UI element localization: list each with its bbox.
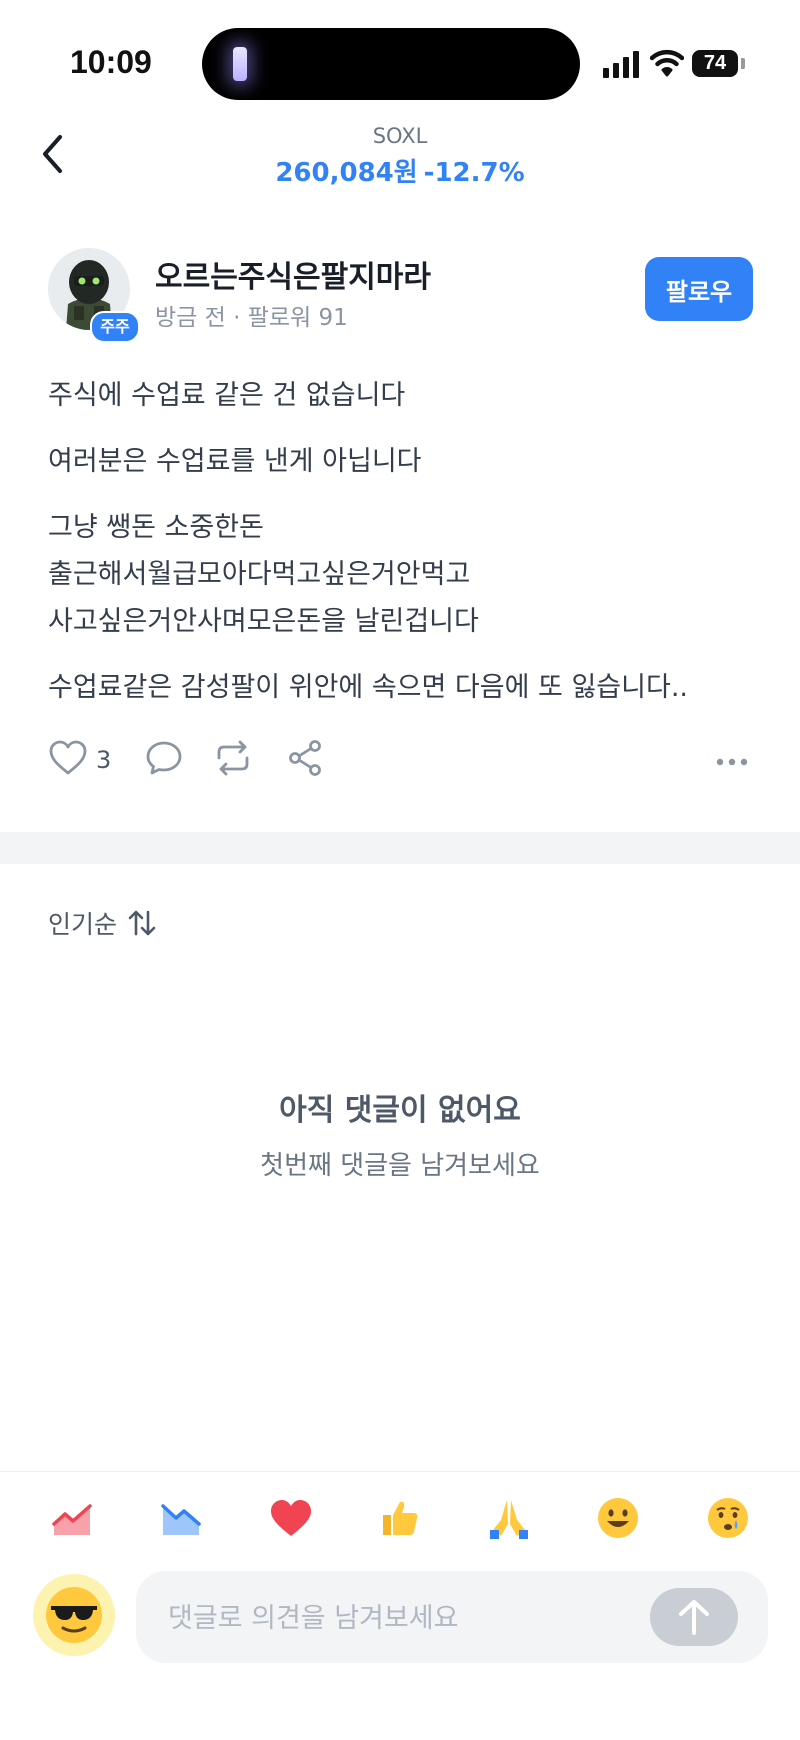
cellular-signal-icon	[603, 50, 639, 78]
wifi-icon	[650, 49, 684, 77]
sunglasses-face-icon	[46, 1587, 102, 1643]
repost-icon	[217, 740, 249, 776]
follow-button[interactable]: 팔로우	[645, 257, 753, 321]
post-paragraph: 여러분은 수업료를 낸게 아닙니다	[48, 446, 422, 477]
stock-price: 260,084원	[275, 158, 418, 188]
send-button[interactable]	[650, 1588, 738, 1646]
post-meta: 방금 전 · 팔로워 91	[155, 305, 348, 331]
speech-bubble-icon	[146, 741, 182, 775]
holder-badge: 주주	[90, 311, 140, 343]
battery-tip	[741, 58, 745, 69]
heart-icon[interactable]	[263, 1490, 319, 1546]
post-paragraph: 그냥 쌩돈 소중한돈 출근해서월급모아다먹고싶은거안먹고 사고싶은거안사며모은돈…	[48, 512, 479, 637]
chart-up-icon[interactable]	[44, 1490, 100, 1546]
stock-ticker[interactable]: SOXL	[0, 124, 800, 148]
post-actions: 3	[48, 738, 758, 786]
comment-button[interactable]	[144, 738, 184, 782]
flashlight-icon	[233, 47, 247, 81]
battery-indicator: 74	[692, 50, 738, 77]
heart-outline-icon	[49, 740, 87, 775]
author-name[interactable]: 오르는주식은팔지마라	[155, 252, 431, 296]
empty-comments-title: 아직 댓글이 없어요	[279, 1093, 521, 1128]
status-time: 10:09	[70, 44, 152, 80]
reaction-bar	[0, 1490, 800, 1546]
arrow-up-icon	[679, 1600, 709, 1635]
comment-input[interactable]	[166, 1571, 640, 1665]
like-count: 3	[96, 746, 112, 774]
stock-change: -12.7%	[423, 158, 525, 188]
thumbs-up-icon[interactable]	[372, 1490, 428, 1546]
comment-composer	[136, 1571, 768, 1665]
sort-arrows-icon	[128, 910, 156, 936]
pray-icon[interactable]	[481, 1490, 537, 1546]
post-body: 주식에 수업료 같은 건 없습니다 여러분은 수업료를 낸게 아닙니다 그냥 쌩…	[48, 372, 768, 730]
more-dots-icon	[716, 758, 748, 766]
composer-divider	[0, 1471, 800, 1472]
sort-toggle[interactable]: 인기순	[48, 905, 157, 941]
crying-icon[interactable]	[700, 1490, 756, 1546]
post-paragraph: 주식에 수업료 같은 건 없습니다	[48, 380, 406, 411]
stock-price-line[interactable]: 260,084원 -12.7%	[0, 152, 800, 189]
post-paragraph: 수업료같은 감성팔이 위안에 속으면 다음에 또 잃습니다..	[48, 672, 688, 703]
share-icon	[289, 740, 321, 776]
my-avatar[interactable]	[33, 1574, 115, 1656]
smile-icon[interactable]	[590, 1490, 646, 1546]
sort-label: 인기순	[48, 910, 118, 939]
chart-down-icon[interactable]	[153, 1490, 209, 1546]
more-options-button[interactable]	[714, 738, 750, 782]
section-divider	[0, 832, 800, 864]
empty-comments-subtitle: 첫번째 댓글을 남겨보세요	[260, 1151, 540, 1181]
share-button[interactable]	[286, 738, 326, 782]
like-button[interactable]	[48, 738, 88, 782]
repost-button[interactable]	[212, 738, 254, 782]
dynamic-island	[202, 28, 580, 100]
